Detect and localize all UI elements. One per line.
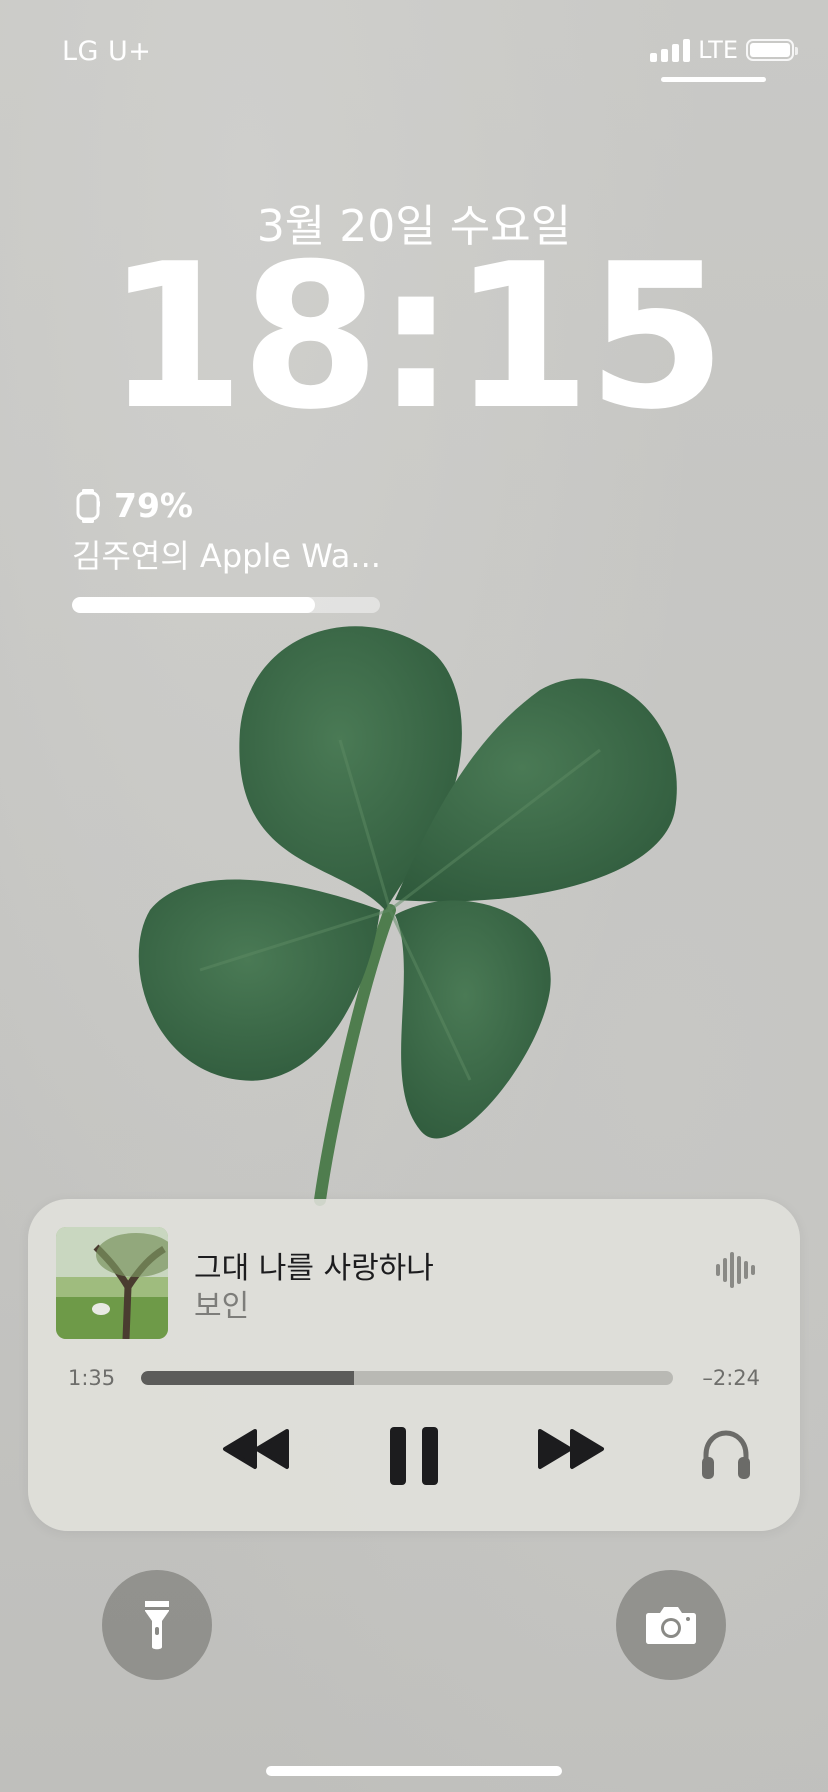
signal-strength-icon — [650, 38, 691, 62]
elapsed-time: 1:35 — [68, 1366, 116, 1390]
airplay-waveform-icon[interactable] — [716, 1249, 758, 1291]
playback-scrubber[interactable] — [141, 1371, 673, 1385]
camera-icon — [646, 1607, 696, 1644]
album-art-image[interactable] — [56, 1227, 168, 1339]
battery-icon — [746, 39, 798, 61]
status-indicators: LTE — [650, 36, 798, 64]
now-playing-widget[interactable]: 그대 나를 사랑하나 보인 1:35 –2:24 — [28, 1199, 800, 1531]
carrier-label: LG U+ — [62, 36, 152, 67]
watch-device-name: 김주연의 Apple Wa... — [72, 537, 381, 575]
watch-battery-widget[interactable]: 79% 김주연의 Apple Wa... — [72, 486, 392, 613]
camera-button[interactable] — [616, 1570, 726, 1680]
home-indicator[interactable] — [266, 1766, 562, 1776]
remaining-time: –2:24 — [702, 1366, 760, 1390]
network-type-label: LTE — [698, 36, 738, 64]
song-artist: 보인 — [194, 1289, 250, 1324]
watch-battery-percent: 79% — [114, 486, 193, 525]
lock-screen-time: 18:15 — [105, 221, 727, 454]
watch-icon — [76, 488, 100, 523]
flashlight-icon — [145, 1601, 169, 1650]
control-center-indicator[interactable] — [661, 77, 766, 82]
headphones-icon[interactable] — [698, 1427, 754, 1483]
fast-forward-icon[interactable] — [536, 1427, 606, 1471]
pause-icon[interactable] — [388, 1425, 440, 1487]
rewind-icon[interactable] — [221, 1427, 291, 1471]
clover-wallpaper-image — [138, 626, 677, 1206]
flashlight-button[interactable] — [102, 1570, 212, 1680]
